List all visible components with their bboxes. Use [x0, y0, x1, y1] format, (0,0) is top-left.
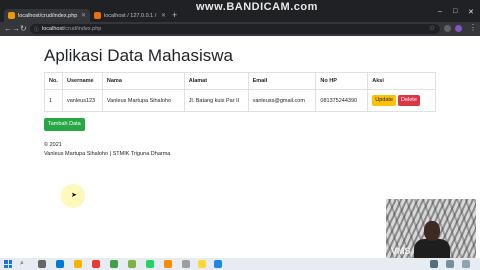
column-header: No. [44, 72, 63, 90]
app-icon-green[interactable] [110, 260, 118, 268]
system-tray-icon[interactable] [430, 260, 438, 268]
edge-icon[interactable] [56, 260, 64, 268]
info-icon[interactable]: ⓘ [34, 26, 39, 33]
webcam-overlay: VMS [386, 199, 476, 258]
tab-phpmyadmin[interactable]: localhost / 127.0.0.1 / crud / ma... ✕ [90, 9, 170, 22]
app-icon-gray[interactable] [182, 260, 190, 268]
page-title: Aplikasi Data Mahasiswa [44, 46, 233, 65]
tab-title: localhost/crud/index.php [18, 12, 78, 19]
minimize-button[interactable]: – [438, 8, 442, 15]
cell-alamat: Jl. Batang kuis Par Il [183, 89, 249, 112]
person-head [424, 221, 440, 241]
mouse-cursor-icon: ➤ [71, 192, 77, 199]
browser-toolbar: ← → ↻ ⓘ localhost/crud/index.php [0, 22, 480, 36]
windows-start-icon[interactable] [4, 260, 12, 268]
browser-tab-strip: localhost/crud/index.php ✕ localhost / 1… [0, 0, 480, 22]
column-header: Aksi [367, 72, 436, 90]
app-icon-red[interactable] [92, 260, 100, 268]
footer-copyright: © 2021 [44, 142, 62, 148]
file-explorer-icon[interactable] [74, 260, 82, 268]
cell-nama: Vanleus Martupa Sihaloho [101, 89, 185, 112]
column-header: Email [247, 72, 317, 90]
mahasiswa-table: No. Username Nama Alamat Email No HP Aks… [44, 72, 436, 112]
tab-title: localhost / 127.0.0.1 / crud / ma... [104, 12, 158, 19]
column-header: Alamat [183, 72, 249, 90]
network-icon[interactable] [446, 260, 454, 268]
search-icon[interactable]: ⌕ [20, 260, 24, 268]
tambah-data-button[interactable]: Tambah Data [44, 118, 85, 131]
column-header: Username [61, 72, 103, 90]
footer-author: Vanleus Martupa Sihaloho | STMIK Triguna… [44, 151, 171, 157]
phpmyadmin-favicon-icon [94, 12, 101, 19]
url-path: /crud/index.php [63, 26, 102, 32]
reload-icon[interactable]: ↻ [20, 24, 27, 34]
table-header-row: No. Username Nama Alamat Email No HP Aks… [44, 72, 436, 90]
chrome-icon[interactable] [198, 260, 206, 268]
url-text: localhost/crud/index.php [42, 26, 101, 32]
update-button[interactable]: Update [372, 95, 396, 106]
extension-icon[interactable] [444, 25, 451, 32]
new-tab-button[interactable]: + [172, 10, 177, 20]
taskbar: ⌕ [0, 258, 480, 270]
cell-aksi: Update Delete [367, 89, 436, 112]
bandicam-watermark: www.BANDICAM.com [196, 1, 318, 13]
close-icon[interactable]: ✕ [161, 12, 166, 19]
close-icon[interactable]: ✕ [81, 12, 86, 19]
close-window-button[interactable]: ✕ [468, 8, 474, 16]
url-host: localhost [42, 26, 64, 32]
person-body [414, 239, 450, 258]
address-bar[interactable]: ⓘ localhost/crud/index.php [30, 24, 440, 34]
whatsapp-icon[interactable] [146, 260, 154, 268]
column-header: Nama [101, 72, 185, 90]
xampp-icon[interactable] [164, 260, 172, 268]
forward-arrow-icon[interactable]: → [12, 24, 20, 34]
cell-no: 1 [44, 89, 63, 112]
cell-email: vanleuss@gmail.com [247, 89, 317, 112]
cell-nohp: 081375244390 [315, 89, 369, 112]
maximize-button[interactable]: □ [453, 8, 457, 15]
column-header: No HP [315, 72, 369, 90]
menu-dots-icon[interactable]: ⋮ [469, 23, 477, 32]
webcam-label: VMS [391, 246, 411, 256]
vscode-icon[interactable] [214, 260, 222, 268]
back-arrow-icon[interactable]: ← [4, 24, 12, 34]
xampp-favicon-icon [8, 12, 15, 19]
cell-username: vanleus123 [61, 89, 103, 112]
app-icon-lime[interactable] [128, 260, 136, 268]
profile-avatar[interactable] [455, 25, 462, 32]
bookmark-star-icon[interactable]: ☆ [429, 24, 435, 32]
delete-button[interactable]: Delete [397, 95, 420, 106]
screen: localhost/crud/index.php ✕ localhost / 1… [0, 0, 480, 270]
task-view-icon[interactable] [38, 260, 46, 268]
notification-icon[interactable] [462, 260, 470, 268]
table-row: 1 vanleus123 Vanleus Martupa Sihaloho Jl… [44, 89, 436, 112]
tab-crud-index[interactable]: localhost/crud/index.php ✕ [4, 9, 90, 22]
